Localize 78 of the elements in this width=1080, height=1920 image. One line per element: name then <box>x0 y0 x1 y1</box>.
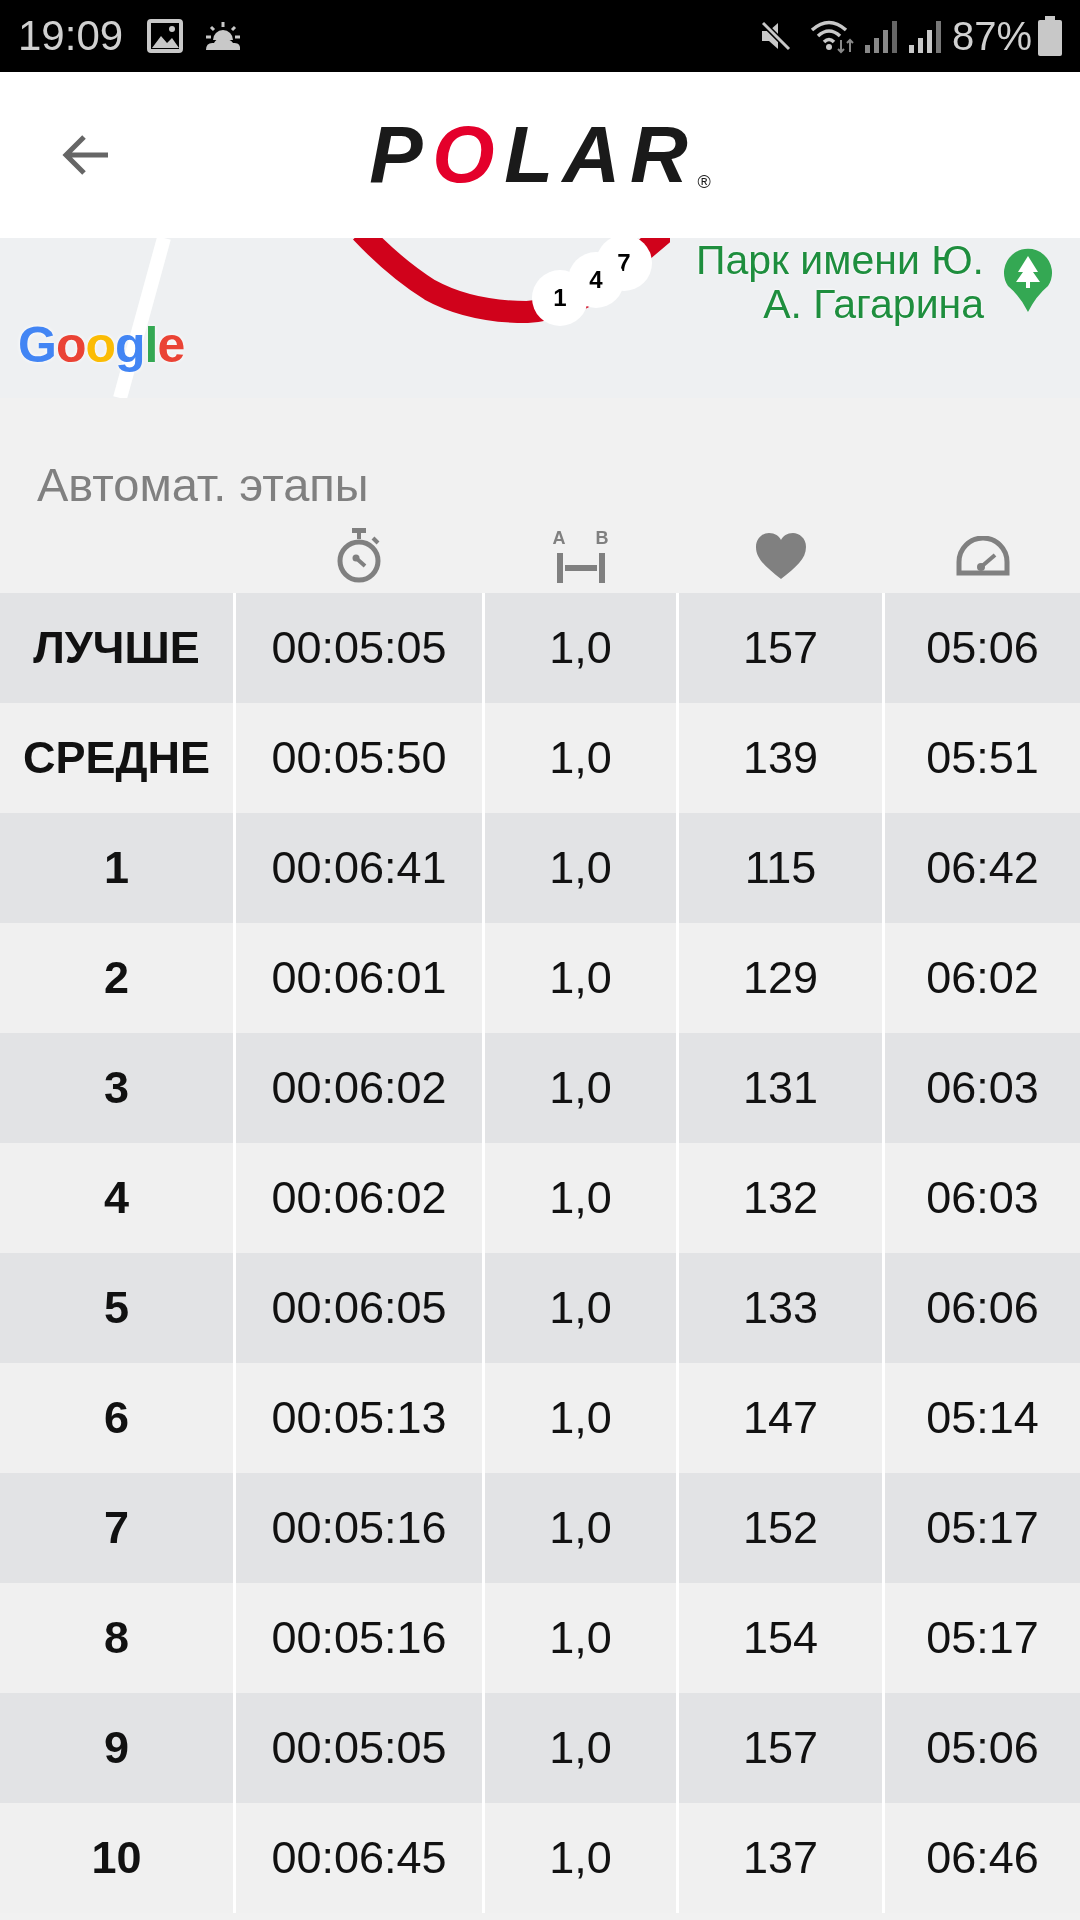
table-cell: 131 <box>679 1033 882 1143</box>
table-cell: 00:06:45 <box>236 1803 482 1913</box>
table-cell: 1,0 <box>485 923 676 1033</box>
table-cell: 1,0 <box>485 813 676 923</box>
table-cell: 132 <box>679 1143 882 1253</box>
lap-label-cell: 8 <box>0 1583 233 1693</box>
section-title: Автомат. этапы <box>37 458 369 512</box>
table-cell: 06:03 <box>885 1143 1080 1253</box>
table-cell: 1,0 <box>485 703 676 813</box>
lap-label-cell: 5 <box>0 1253 233 1363</box>
signal-icon <box>907 19 942 53</box>
lap-label-cell: ЛУЧШЕ <box>0 593 233 703</box>
table-cell: 1,0 <box>485 1363 676 1473</box>
table-cell: 00:05:05 <box>236 1693 482 1803</box>
table-cell: 05:06 <box>885 593 1080 703</box>
table-cell: 00:05:16 <box>236 1583 482 1693</box>
table-cell: 00:06:41 <box>236 813 482 923</box>
table-cell: 00:05:16 <box>236 1473 482 1583</box>
lap-label-cell: 10 <box>0 1803 233 1913</box>
table-cell: 00:05:50 <box>236 703 482 813</box>
table-cell: 1,0 <box>485 1583 676 1693</box>
lap-label-cell: СРЕДНЕ <box>0 703 233 813</box>
table-cell: 06:02 <box>885 923 1080 1033</box>
table-cell: 1,0 <box>485 1143 676 1253</box>
heart-icon <box>755 532 806 579</box>
wifi-icon <box>809 18 854 54</box>
table-cell: 05:14 <box>885 1363 1080 1473</box>
table-cell: 00:06:05 <box>236 1253 482 1363</box>
table-cell: 1,0 <box>485 1473 676 1583</box>
google-logo: Google <box>18 320 185 370</box>
table-cell: 137 <box>679 1803 882 1913</box>
image-icon <box>147 19 184 53</box>
lap-label-cell: 6 <box>0 1363 233 1473</box>
lap-label-cell: 4 <box>0 1143 233 1253</box>
battery-percent: 87% <box>951 16 1032 56</box>
table-cell: 05:06 <box>885 1693 1080 1803</box>
table-cell: 152 <box>679 1473 882 1583</box>
table-cell: 05:51 <box>885 703 1080 813</box>
table-cell: 00:06:02 <box>236 1143 482 1253</box>
park-label: Парк имени Ю. <box>695 238 984 282</box>
table-cell: 00:05:13 <box>236 1363 482 1473</box>
table-cell: 00:06:02 <box>236 1033 482 1143</box>
table-cell: 1,0 <box>485 1033 676 1143</box>
lap-label-cell: 1 <box>0 813 233 923</box>
table-cell: 133 <box>679 1253 882 1363</box>
registered-mark: ® <box>697 173 711 191</box>
table-cell: 1,0 <box>485 593 676 703</box>
table-cell: 1,0 <box>485 1693 676 1803</box>
table-cell: 154 <box>679 1583 882 1693</box>
lap-marker: 1 <box>532 270 588 326</box>
table-cell: 157 <box>679 593 882 703</box>
park-pin-icon <box>1002 246 1054 312</box>
lap-label-cell: 7 <box>0 1473 233 1583</box>
brand-logo: POLAR <box>369 115 698 195</box>
table-cell: 00:05:05 <box>236 593 482 703</box>
table-cell: 06:03 <box>885 1033 1080 1143</box>
lap-label-cell: 3 <box>0 1033 233 1143</box>
back-arrow-icon <box>62 134 110 176</box>
signal-icon <box>863 19 898 53</box>
table-cell: 139 <box>679 703 882 813</box>
table-cell: 00:06:01 <box>236 923 482 1033</box>
table-cell: 05:17 <box>885 1473 1080 1583</box>
lap-label-cell: 9 <box>0 1693 233 1803</box>
table-cell: 06:42 <box>885 813 1080 923</box>
clock-time: 19:09 <box>18 15 124 57</box>
table-cell: 05:17 <box>885 1583 1080 1693</box>
lap-label-cell: 2 <box>0 923 233 1033</box>
table-cell: 157 <box>679 1693 882 1803</box>
battery-icon <box>1038 16 1062 56</box>
table-cell: 1,0 <box>485 1803 676 1913</box>
speedometer-icon <box>954 535 1011 576</box>
park-label: А. Гагарина <box>763 282 984 326</box>
table-cell: 147 <box>679 1363 882 1473</box>
table-cell: 06:46 <box>885 1803 1080 1913</box>
table-cell: 115 <box>679 813 882 923</box>
table-cell: 06:06 <box>885 1253 1080 1363</box>
table-cell: 1,0 <box>485 1253 676 1363</box>
table-cell: 129 <box>679 923 882 1033</box>
